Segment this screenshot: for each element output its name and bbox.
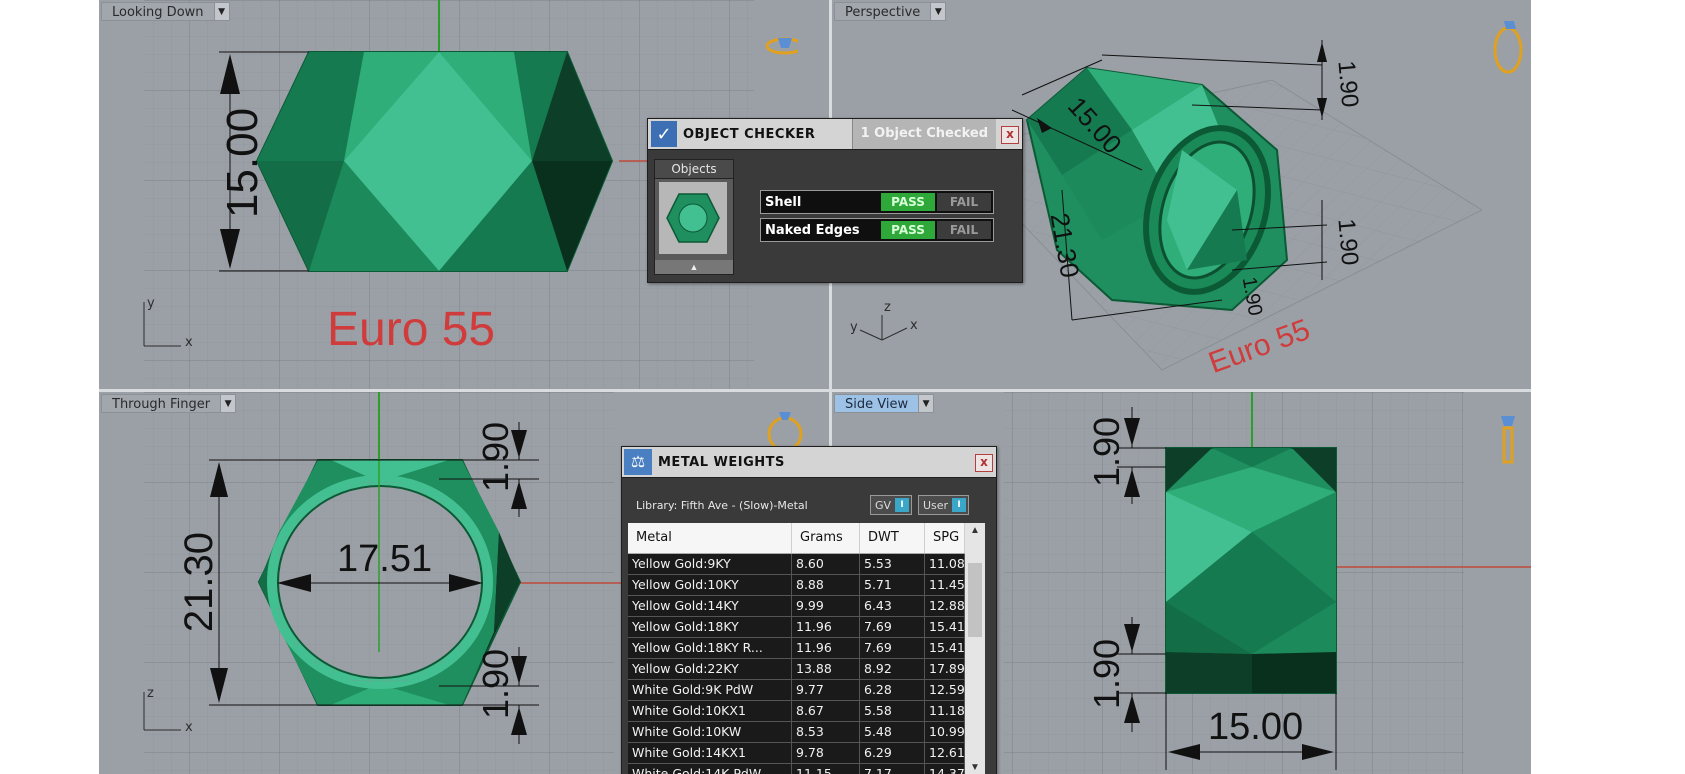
library-label: Library: Fifth Ave - (Slow)-Metal <box>636 499 808 512</box>
axis-label-z: z <box>884 300 891 315</box>
dimension-perspective-4: 1.90 <box>1332 217 1364 267</box>
dimension-inner-diameter: 17.51 <box>337 538 433 580</box>
check-label-shell: Shell <box>765 194 802 210</box>
dimension-side-top: 1.90 <box>1086 416 1127 488</box>
toggle-gv[interactable]: GV I <box>870 495 913 515</box>
viewport-label-side-view[interactable]: Side View ▼ <box>834 394 935 413</box>
table-row[interactable]: Yellow Gold:18KY R... 11.96 7.69 15.41 <box>628 638 965 659</box>
toggle-user[interactable]: User I <box>918 495 970 515</box>
chevron-down-icon[interactable]: ▼ <box>931 2 947 21</box>
table-row[interactable]: Yellow Gold:22KY 13.88 8.92 17.89 <box>628 659 965 680</box>
pass-button-naked-edges[interactable]: PASS <box>881 221 935 239</box>
object-checker-panel[interactable]: ✓ OBJECT CHECKER 1 Object Checked x Obje… <box>647 118 1023 283</box>
table-row[interactable]: White Gold:9K PdW 9.77 6.28 12.59 <box>628 680 965 701</box>
object-checker-title: OBJECT CHECKER <box>683 126 816 142</box>
ring-size-annotation: Euro 55 <box>327 303 496 356</box>
object-thumbnail[interactable] <box>659 182 727 254</box>
objects-list[interactable]: Objects ▲ <box>654 159 734 275</box>
axis-label-z: z <box>147 686 154 701</box>
table-header: Metal Grams DWT SPG <box>628 523 965 554</box>
close-icon[interactable]: x <box>975 454 993 472</box>
fail-button-shell[interactable]: FAIL <box>937 193 991 211</box>
table-row[interactable]: Yellow Gold:10KY 8.88 5.71 11.45 <box>628 575 965 596</box>
table-body: Yellow Gold:9KY 8.60 5.53 11.08 Yellow Gold… <box>628 554 965 774</box>
table-row[interactable]: Yellow Gold:9KY 8.60 5.53 11.08 <box>628 554 965 575</box>
metal-weights-table[interactable]: Metal Grams DWT SPG Yellow Gold:9KY 8.60 5… <box>628 523 985 774</box>
scrollbar-thumb[interactable] <box>968 563 982 637</box>
viewport-label-through-finger[interactable]: Through Finger ▼ <box>101 394 237 413</box>
column-header-spg[interactable]: SPG <box>925 523 965 553</box>
dimension-perspective-3: 1.90 <box>1332 59 1364 109</box>
metal-weights-header[interactable]: ⚖ METAL WEIGHTS x <box>622 447 996 478</box>
chevron-down-icon[interactable]: ▼ <box>919 394 935 413</box>
dimension-side-bottom: 1.90 <box>1086 638 1127 710</box>
table-row[interactable]: White Gold:10KW 8.53 5.48 10.99 <box>628 722 965 743</box>
dimension-height-label: 21.30 <box>177 531 221 633</box>
axis-label-y: y <box>850 320 858 335</box>
fail-button-naked-edges[interactable]: FAIL <box>937 221 991 239</box>
dimension-bottom-thickness: 1.90 <box>475 648 516 720</box>
table-row[interactable]: White Gold:10KX1 8.67 5.58 11.18 <box>628 701 965 722</box>
viewport-label-looking-down[interactable]: Looking Down ▼ <box>101 2 230 21</box>
dimension-side-width: 15.00 <box>1208 706 1304 748</box>
column-header-dwt[interactable]: DWT <box>860 523 925 553</box>
object-checker-status: 1 Object Checked <box>851 119 996 149</box>
column-header-grams[interactable]: Grams <box>792 523 860 553</box>
axis-label-x: x <box>185 720 193 735</box>
info-icon: I <box>952 498 967 512</box>
check-row-naked-edges: Naked Edges PASS FAIL <box>760 218 994 242</box>
pass-button-shell[interactable]: PASS <box>881 193 935 211</box>
axis-label-x: x <box>185 335 193 350</box>
viewport-label-perspective[interactable]: Perspective ▼ <box>834 2 947 21</box>
chevron-up-icon[interactable]: ▲ <box>655 260 733 274</box>
table-row[interactable]: Yellow Gold:14KY 9.99 6.43 12.88 <box>628 596 965 617</box>
table-row[interactable]: White Gold:14K PdW 11.15 7.17 14.37 <box>628 764 965 774</box>
chevron-down-icon[interactable]: ▼ <box>221 394 237 413</box>
objects-header: Objects <box>655 160 733 179</box>
chevron-up-icon[interactable]: ▲ <box>965 523 985 539</box>
table-row[interactable]: White Gold:14KX1 9.78 6.29 12.61 <box>628 743 965 764</box>
chevron-down-icon[interactable]: ▼ <box>965 760 985 774</box>
toggle-gv-label: GV <box>875 498 892 512</box>
close-icon[interactable]: x <box>1001 126 1019 144</box>
table-scrollbar[interactable]: ▲ ▼ <box>965 523 985 774</box>
chevron-down-icon[interactable]: ▼ <box>214 2 230 21</box>
scale-icon: ⚖ <box>624 449 652 475</box>
dimension-width-label: 15.00 <box>218 107 267 219</box>
axis-label-x: x <box>910 318 918 333</box>
viewport-separator-horizontal[interactable] <box>99 389 1531 392</box>
info-icon: I <box>895 498 910 512</box>
table-row[interactable]: Yellow Gold:18KY 11.96 7.69 15.41 <box>628 617 965 638</box>
dimension-top-thickness: 1.90 <box>475 421 516 493</box>
column-header-metal[interactable]: Metal <box>628 523 792 553</box>
metal-weights-panel[interactable]: ⚖ METAL WEIGHTS x Library: Fifth Ave - (… <box>621 446 997 774</box>
rhino-app-window: Looking Down ▼ 15.00 Euro 55 y x Perspec… <box>99 0 1531 774</box>
object-checker-header[interactable]: ✓ OBJECT CHECKER 1 Object Checked x <box>648 119 1022 150</box>
metal-weights-title: METAL WEIGHTS <box>658 454 785 470</box>
axis-label-y: y <box>147 296 155 311</box>
check-row-shell: Shell PASS FAIL <box>760 190 994 214</box>
checkmark-icon: ✓ <box>651 121 677 147</box>
toggle-user-label: User <box>923 498 949 512</box>
check-label-naked-edges: Naked Edges <box>765 222 860 238</box>
